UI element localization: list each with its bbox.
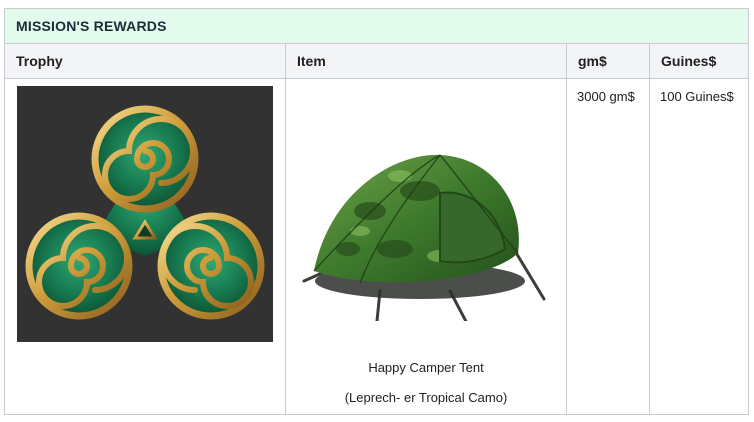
- triskele-trophy-icon: [25, 105, 265, 320]
- gm-value-cell: 3000 gm$: [566, 78, 650, 415]
- gm-value: 3000 gm$: [577, 89, 635, 104]
- item-name: Happy Camper Tent: [368, 360, 484, 375]
- trophy-cell: [4, 78, 286, 415]
- camo-tent-icon: [302, 154, 546, 321]
- item-cell: Happy Camper Tent (Leprech- er Tropical …: [285, 78, 567, 415]
- guines-value: 100 Guines$: [660, 89, 734, 104]
- table-row: Happy Camper Tent (Leprech- er Tropical …: [4, 78, 750, 415]
- table-header-row: Trophy Item gm$ Guines$: [4, 43, 750, 79]
- item-variant: (Leprech- er Tropical Camo): [344, 390, 508, 405]
- table-title-row: MISSION'S REWARDS: [3, 8, 750, 44]
- column-header-guines: Guines$: [648, 43, 750, 79]
- column-header-trophy: Trophy: [4, 43, 286, 79]
- tent-image: [300, 131, 552, 321]
- table-title: MISSION'S REWARDS: [3, 8, 750, 44]
- guines-value-cell: 100 Guines$: [648, 78, 750, 415]
- trophy-image: [17, 86, 273, 342]
- column-header-gm: gm$: [566, 43, 650, 79]
- mission-rewards-table: MISSION'S REWARDS Trophy Item gm$ Guines…: [3, 8, 750, 415]
- column-header-item: Item: [285, 43, 567, 79]
